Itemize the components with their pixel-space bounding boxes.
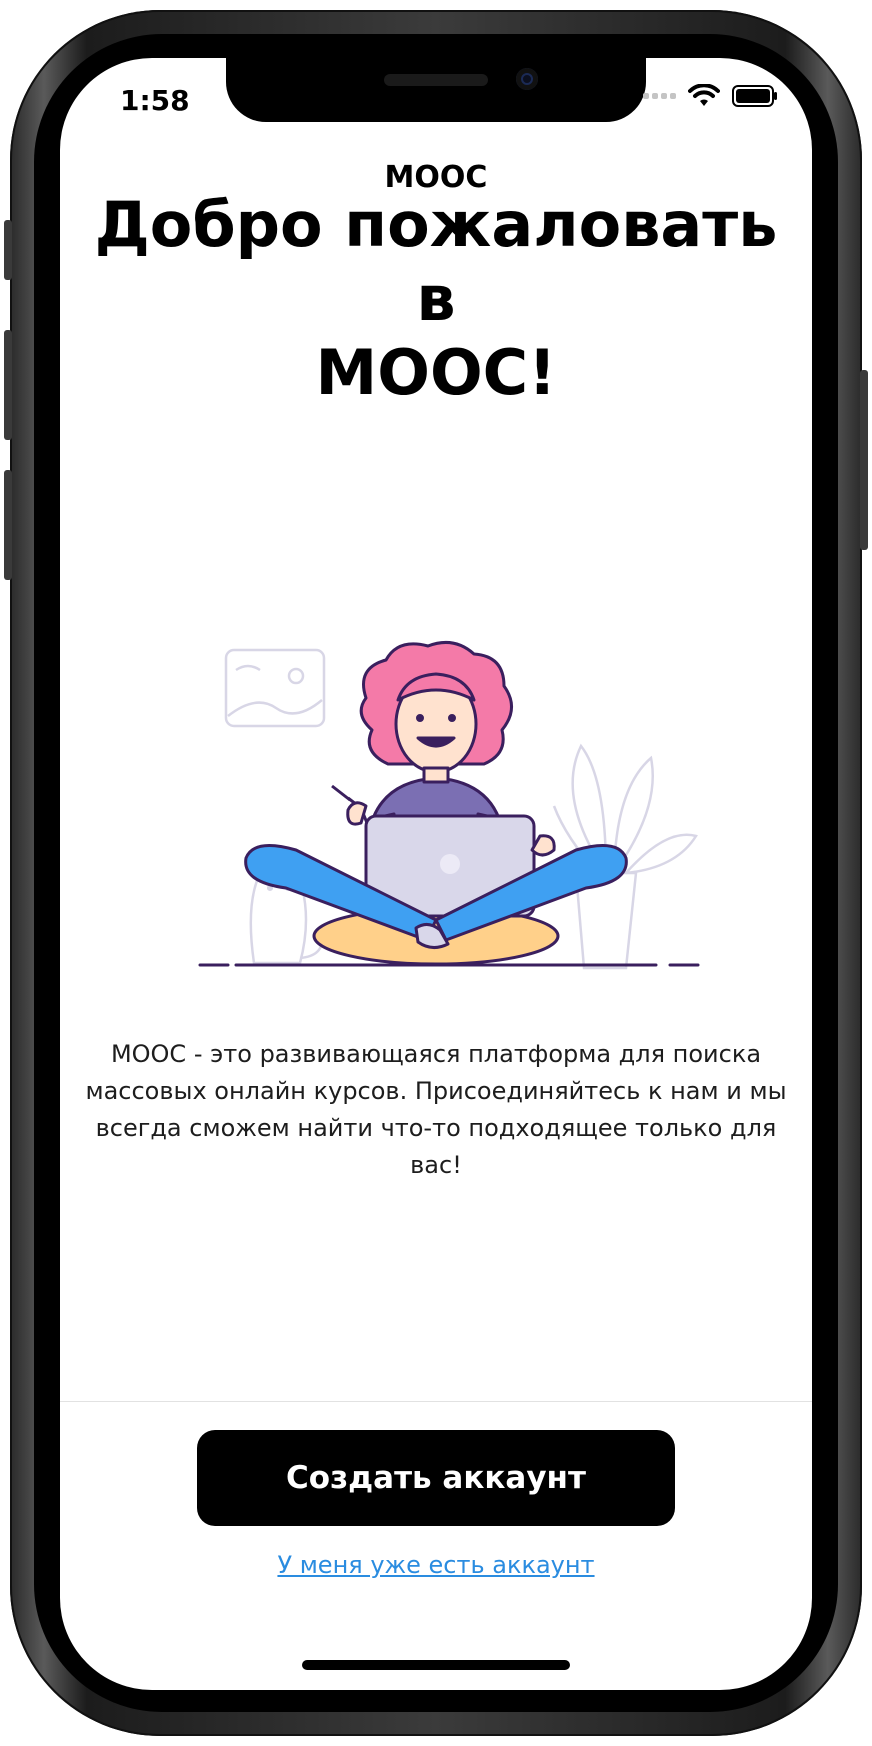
welcome-title-line3: MOOC! [315,336,557,409]
status-time: 1:58 [120,84,190,117]
person-figure [244,640,628,966]
screen: 1:58 MOOC Добро пожаловать в MOOC! MOOC … [60,58,812,1690]
home-indicator[interactable] [302,1660,570,1670]
divider [60,1401,812,1402]
mute-switch [4,220,12,280]
welcome-title-line1: Добро пожаловать [94,188,778,261]
wifi-icon [688,84,720,106]
camera-icon [516,68,538,90]
have-account-link[interactable]: У меня уже есть аккаунт [60,1551,812,1579]
welcome-title-line2: в [416,262,456,335]
welcome-title: Добро пожаловать в MOOC! [80,188,792,410]
speaker-grille [384,74,488,86]
create-account-button[interactable]: Создать аккаунт [197,1430,675,1526]
volume-down-button [4,470,12,580]
status-indicators [643,84,778,108]
volume-up-button [4,330,12,440]
picture-frame-icon [224,648,326,728]
welcome-illustration [198,640,700,970]
description-text: MOOC - это развивающаяся платформа для п… [85,1040,787,1179]
cellular-signal-icon [643,93,676,99]
power-button [860,370,868,550]
battery-icon [732,85,777,107]
notch [226,58,646,122]
